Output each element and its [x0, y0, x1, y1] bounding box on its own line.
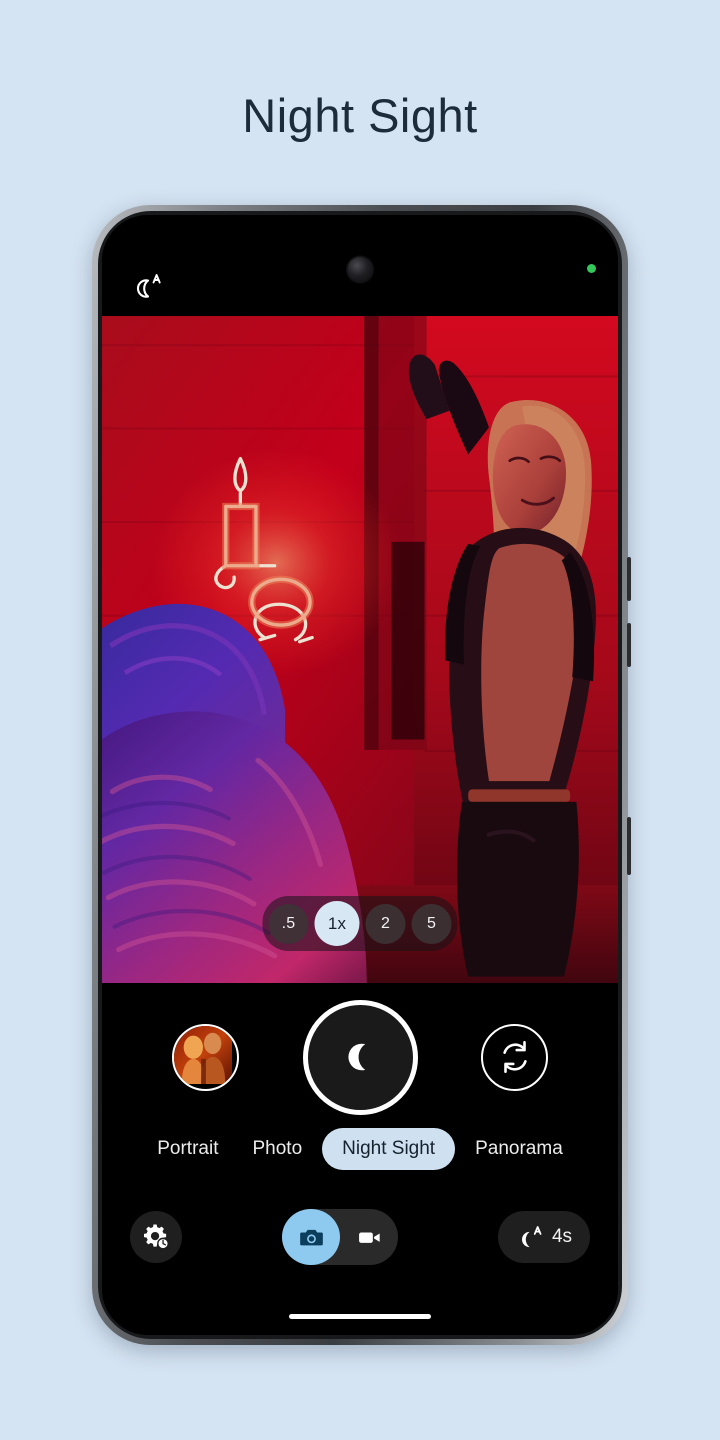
shutter-button[interactable]: [302, 999, 418, 1115]
camera-status-bar: [102, 215, 618, 316]
phone-screen: .5 1x 2 5 Portrait Photo Night Sight Pan…: [102, 215, 618, 1335]
video-icon: [358, 1232, 380, 1243]
mode-panorama[interactable]: Panorama: [461, 1128, 577, 1170]
night-sight-timer-button[interactable]: 4s: [498, 1211, 590, 1263]
front-camera-icon: [347, 257, 373, 282]
volume-down-button[interactable]: [627, 623, 631, 667]
mode-photo[interactable]: Photo: [238, 1128, 316, 1170]
page-title: Night Sight: [242, 89, 478, 142]
phone-device-frame: .5 1x 2 5 Portrait Photo Night Sight Pan…: [92, 205, 631, 1345]
shutter-row: [102, 997, 618, 1117]
moon-icon: [348, 1043, 366, 1071]
mode-night-sight[interactable]: Night Sight: [322, 1128, 456, 1170]
camera-flip-icon: [502, 1041, 527, 1073]
zoom-chip-1x[interactable]: 1x: [314, 901, 360, 946]
settings-button[interactable]: [130, 1211, 182, 1263]
gallery-thumbnail-button[interactable]: [172, 1023, 239, 1091]
photo-video-toggle[interactable]: [282, 1209, 398, 1265]
night-sight-auto-indicator-icon[interactable]: [132, 273, 166, 299]
gear-timer-icon: [144, 1224, 169, 1250]
camera-controls-area: Portrait Photo Night Sight Panorama 4s: [102, 983, 618, 1335]
zoom-chip-5x[interactable]: 5: [411, 903, 452, 944]
zoom-chip-0_5[interactable]: .5: [268, 903, 309, 944]
mode-portrait[interactable]: Portrait: [143, 1128, 232, 1170]
camera-mode-selector[interactable]: Portrait Photo Night Sight Panorama: [102, 1128, 618, 1170]
power-button[interactable]: [627, 817, 631, 875]
zoom-level-selector[interactable]: .5 1x 2 5: [262, 896, 458, 951]
camera-flip-button[interactable]: [481, 1023, 548, 1091]
green-privacy-dot-icon: [587, 264, 596, 273]
volume-up-button[interactable]: [627, 557, 631, 601]
toggle-video-mode[interactable]: [340, 1209, 398, 1265]
camera-icon: [299, 1229, 323, 1245]
moon-auto-icon: [521, 1225, 542, 1247]
toggle-photo-mode[interactable]: [282, 1209, 340, 1265]
camera-bottom-bar: 4s: [102, 1201, 618, 1273]
home-gesture-bar[interactable]: [289, 1314, 431, 1319]
camera-viewfinder[interactable]: .5 1x 2 5: [102, 316, 618, 983]
night-timer-value: 4s: [551, 1226, 573, 1247]
zoom-chip-2x[interactable]: 2: [365, 903, 406, 944]
